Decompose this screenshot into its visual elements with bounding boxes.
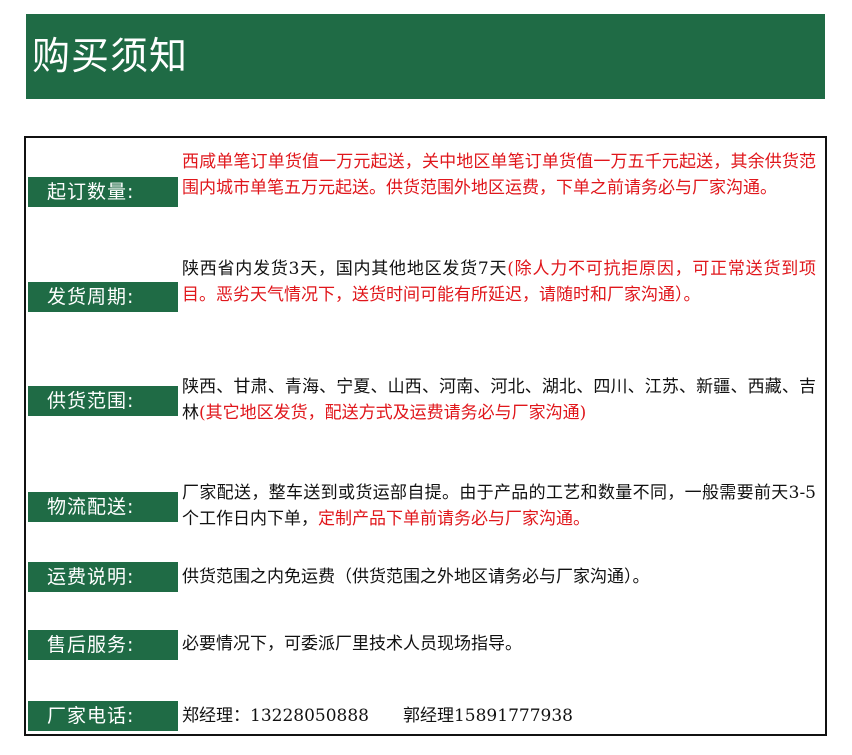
content-freight: 供货范围之内免运费（供货范围之外地区请务必与厂家沟通）。	[182, 564, 816, 590]
freight-text: 供货范围之内免运费（供货范围之外地区请务必与厂家沟通）。	[182, 567, 650, 587]
label-freight: 运费说明:	[28, 562, 178, 592]
label-phone: 厂家电话:	[28, 701, 178, 731]
content-order-quantity: 西咸单笔订单货值一万元起送，关中地区单笔订单货值一万五千元起送，其余供货范围内城…	[182, 149, 816, 201]
label-logistics: 物流配送:	[28, 492, 178, 522]
header-banner: 购买须知	[26, 14, 825, 99]
label-after-sales: 售后服务:	[28, 630, 178, 660]
label-delivery-cycle: 发货周期:	[28, 282, 178, 312]
content-logistics: 厂家配送，整车送到或货运部自提。由于产品的工艺和数量不同，一般需要前天3-5个工…	[182, 480, 816, 532]
label-order-quantity: 起订数量:	[28, 177, 178, 207]
info-panel: 起订数量: 西咸单笔订单货值一万元起送，关中地区单笔订单货值一万五千元起送，其余…	[24, 136, 827, 736]
logistics-note: 定制产品下单前请务必与厂家沟通。	[318, 509, 590, 529]
content-supply-range: 陕西、甘肃、青海、宁夏、山西、河南、河北、湖北、四川、江苏、新疆、西藏、吉林(其…	[182, 374, 816, 426]
contact-zheng: 郑经理：13228050888	[182, 706, 369, 726]
after-sales-text: 必要情况下，可委派厂里技术人员现场指导。	[182, 634, 522, 654]
content-phone: 郑经理：13228050888 郭经理15891777938	[182, 703, 816, 729]
order-quantity-text: 西咸单笔订单货值一万元起送，关中地区单笔订单货值一万五千元起送，其余供货范围内城…	[182, 152, 816, 198]
contact-guo: 郭经理15891777938	[402, 706, 573, 726]
label-supply-range: 供货范围:	[28, 386, 178, 416]
supply-range-note: (其它地区发货，配送方式及运费请务必与厂家沟通)	[199, 403, 587, 423]
content-after-sales: 必要情况下，可委派厂里技术人员现场指导。	[182, 631, 816, 657]
page-title: 购买须知	[32, 34, 189, 78]
delivery-cycle-text: 陕西省内发货3天，国内其他地区发货7天	[182, 259, 508, 279]
content-delivery-cycle: 陕西省内发货3天，国内其他地区发货7天(除人力不可抗拒原因，可正常送货到项目。恶…	[182, 256, 816, 308]
